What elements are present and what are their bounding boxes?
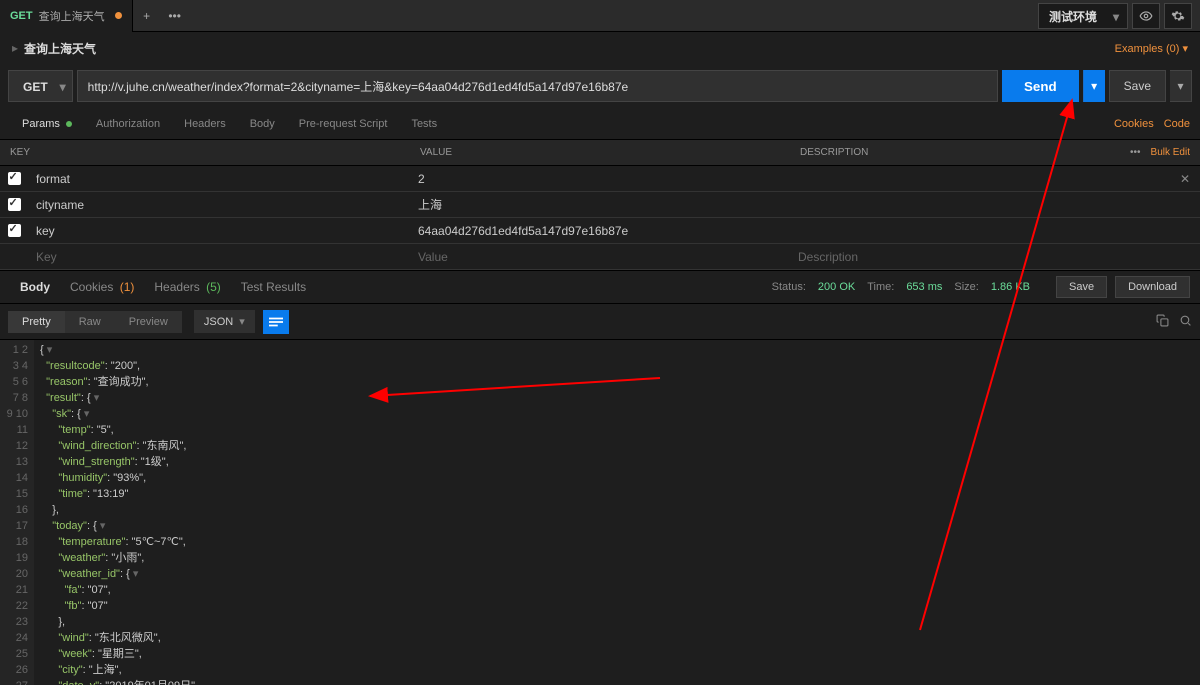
- code-link[interactable]: Code: [1164, 118, 1190, 130]
- resp-tab-cookies[interactable]: Cookies (1): [60, 280, 144, 294]
- url-input[interactable]: http://v.juhe.cn/weather/index?format=2&…: [77, 70, 998, 102]
- size-label: Size:: [954, 281, 978, 293]
- view-raw[interactable]: Raw: [65, 311, 115, 333]
- resp-tab-body[interactable]: Body: [10, 280, 60, 294]
- param-value-placeholder[interactable]: Value: [410, 244, 790, 269]
- send-button[interactable]: Send: [1002, 70, 1079, 102]
- request-tab[interactable]: GET 查询上海天气: [0, 0, 133, 32]
- code-content[interactable]: { ▾ "resultcode": "200", "reason": "查询成功…: [34, 340, 1200, 685]
- status-value: 200 OK: [818, 281, 855, 293]
- param-row[interactable]: cityname 上海: [0, 192, 1200, 218]
- param-checkbox[interactable]: [0, 166, 28, 191]
- save-button[interactable]: Save: [1109, 70, 1166, 102]
- request-title-row: ▸ 查询上海天气 Examples (0) ▾: [0, 32, 1200, 64]
- params-header: KEY VALUE DESCRIPTION ••• Bulk Edit: [0, 140, 1200, 166]
- environment-selector[interactable]: 测试环境: [1038, 3, 1128, 29]
- param-key[interactable]: format: [28, 166, 410, 191]
- param-value[interactable]: 上海: [410, 192, 790, 217]
- response-body: 1 2 3 4 5 6 7 8 9 10 11 12 13 14 15 16 1…: [0, 340, 1200, 685]
- line-gutter: 1 2 3 4 5 6 7 8 9 10 11 12 13 14 15 16 1…: [0, 340, 34, 685]
- settings-button[interactable]: [1164, 3, 1192, 29]
- col-key: KEY: [0, 140, 410, 165]
- search-icon[interactable]: [1179, 314, 1192, 330]
- param-desc[interactable]: [790, 218, 1170, 243]
- view-preview[interactable]: Preview: [115, 311, 182, 333]
- param-checkbox[interactable]: [0, 192, 28, 217]
- status-label: Status:: [772, 281, 806, 293]
- resp-tab-headers[interactable]: Headers (5): [144, 280, 230, 294]
- param-delete[interactable]: [1170, 218, 1200, 243]
- view-pretty[interactable]: Pretty: [8, 311, 65, 333]
- bulk-edit-link[interactable]: Bulk Edit: [1151, 147, 1190, 158]
- tab-tests[interactable]: Tests: [399, 108, 449, 140]
- param-delete[interactable]: [1170, 192, 1200, 217]
- save-options-button[interactable]: ▾: [1170, 70, 1192, 102]
- param-delete[interactable]: ✕: [1170, 166, 1200, 191]
- tab-authorization[interactable]: Authorization: [84, 108, 172, 140]
- tab-bar: GET 查询上海天气 + ••• 测试环境: [0, 0, 1200, 32]
- param-desc-placeholder[interactable]: Description: [790, 244, 1170, 269]
- tab-body[interactable]: Body: [238, 108, 287, 140]
- examples-dropdown[interactable]: Examples (0) ▾: [1115, 42, 1188, 55]
- wrap-toggle-button[interactable]: [263, 310, 289, 334]
- param-key-placeholder[interactable]: Key: [28, 244, 410, 269]
- method-selector[interactable]: GET: [8, 70, 73, 102]
- param-checkbox[interactable]: [0, 218, 28, 243]
- size-value: 1.86 KB: [991, 281, 1030, 293]
- request-name: 查询上海天气: [24, 40, 96, 57]
- time-label: Time:: [867, 281, 894, 293]
- more-icon[interactable]: •••: [1130, 147, 1141, 158]
- view-tabs: Pretty Raw Preview JSON: [0, 304, 1200, 340]
- url-row: GET http://v.juhe.cn/weather/index?forma…: [0, 64, 1200, 108]
- cookies-link[interactable]: Cookies: [1114, 118, 1154, 130]
- env-quicklook-button[interactable]: [1132, 3, 1160, 29]
- save-response-button[interactable]: Save: [1056, 276, 1107, 298]
- download-button[interactable]: Download: [1115, 276, 1190, 298]
- param-desc[interactable]: [790, 166, 1170, 191]
- param-key[interactable]: key: [28, 218, 410, 243]
- unsaved-dot-icon: [115, 12, 122, 19]
- param-desc[interactable]: [790, 192, 1170, 217]
- param-row[interactable]: format 2 ✕: [0, 166, 1200, 192]
- tab-title: 查询上海天气: [39, 8, 105, 24]
- col-value: VALUE: [410, 140, 790, 165]
- send-options-button[interactable]: ▾: [1083, 70, 1105, 102]
- time-value: 653 ms: [906, 281, 942, 293]
- param-value[interactable]: 2: [410, 166, 790, 191]
- param-value[interactable]: 64aa04d276d1ed4fd5a147d97e16b87e: [410, 218, 790, 243]
- active-dot-icon: [66, 121, 72, 127]
- param-key[interactable]: cityname: [28, 192, 410, 217]
- param-row[interactable]: key 64aa04d276d1ed4fd5a147d97e16b87e: [0, 218, 1200, 244]
- resp-tab-tests[interactable]: Test Results: [231, 280, 316, 294]
- col-description: DESCRIPTION: [790, 140, 1120, 165]
- tab-prerequest[interactable]: Pre-request Script: [287, 108, 400, 140]
- format-selector[interactable]: JSON: [194, 310, 255, 333]
- tab-headers[interactable]: Headers: [172, 108, 238, 140]
- copy-icon[interactable]: [1156, 314, 1169, 330]
- collapse-caret-icon[interactable]: ▸: [12, 41, 18, 55]
- tab-options-button[interactable]: •••: [161, 2, 189, 30]
- new-tab-button[interactable]: +: [133, 2, 161, 30]
- response-tabs: Body Cookies (1) Headers (5) Test Result…: [0, 270, 1200, 304]
- tab-method: GET: [10, 10, 33, 22]
- tab-params[interactable]: Params: [10, 108, 84, 140]
- param-row-new[interactable]: Key Value Description: [0, 244, 1200, 270]
- request-subtabs: Params Authorization Headers Body Pre-re…: [0, 108, 1200, 140]
